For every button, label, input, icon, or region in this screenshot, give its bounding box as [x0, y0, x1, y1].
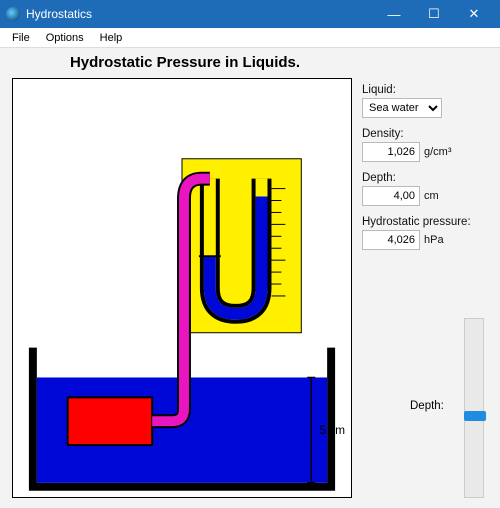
depth-field[interactable]: [362, 186, 420, 206]
depth-slider-track[interactable]: [464, 318, 484, 498]
simulation-canvas: 5 cm: [12, 78, 352, 498]
pressure-unit: hPa: [424, 234, 444, 246]
depth-label: Depth:: [362, 172, 490, 184]
depth-unit: cm: [424, 190, 439, 202]
depth-scale-label: 5 cm: [319, 423, 345, 437]
menu-bar: File Options Help: [0, 28, 500, 48]
close-button[interactable]: ✕: [454, 0, 494, 28]
liquid-select[interactable]: Sea water: [362, 98, 442, 118]
maximize-button[interactable]: ☐: [414, 0, 454, 28]
minimize-button[interactable]: —: [374, 0, 414, 28]
depth-slider-label: Depth:: [410, 400, 444, 412]
liquid-label: Liquid:: [362, 84, 490, 96]
page-title: Hydrostatic Pressure in Liquids.: [0, 54, 370, 71]
pressure-field[interactable]: [362, 230, 420, 250]
depth-slider-thumb[interactable]: [464, 411, 486, 421]
menu-options[interactable]: Options: [38, 30, 92, 46]
density-unit: g/cm³: [424, 146, 452, 158]
app-icon: [6, 7, 20, 21]
control-panel: Liquid: Sea water Density: g/cm³ Depth: …: [362, 74, 490, 250]
density-label: Density:: [362, 128, 490, 140]
menu-file[interactable]: File: [4, 30, 38, 46]
pressure-label: Hydrostatic pressure:: [362, 216, 490, 228]
sensor-box: [68, 397, 153, 445]
density-field[interactable]: [362, 142, 420, 162]
menu-help[interactable]: Help: [92, 30, 131, 46]
window-title: Hydrostatics: [26, 7, 374, 21]
